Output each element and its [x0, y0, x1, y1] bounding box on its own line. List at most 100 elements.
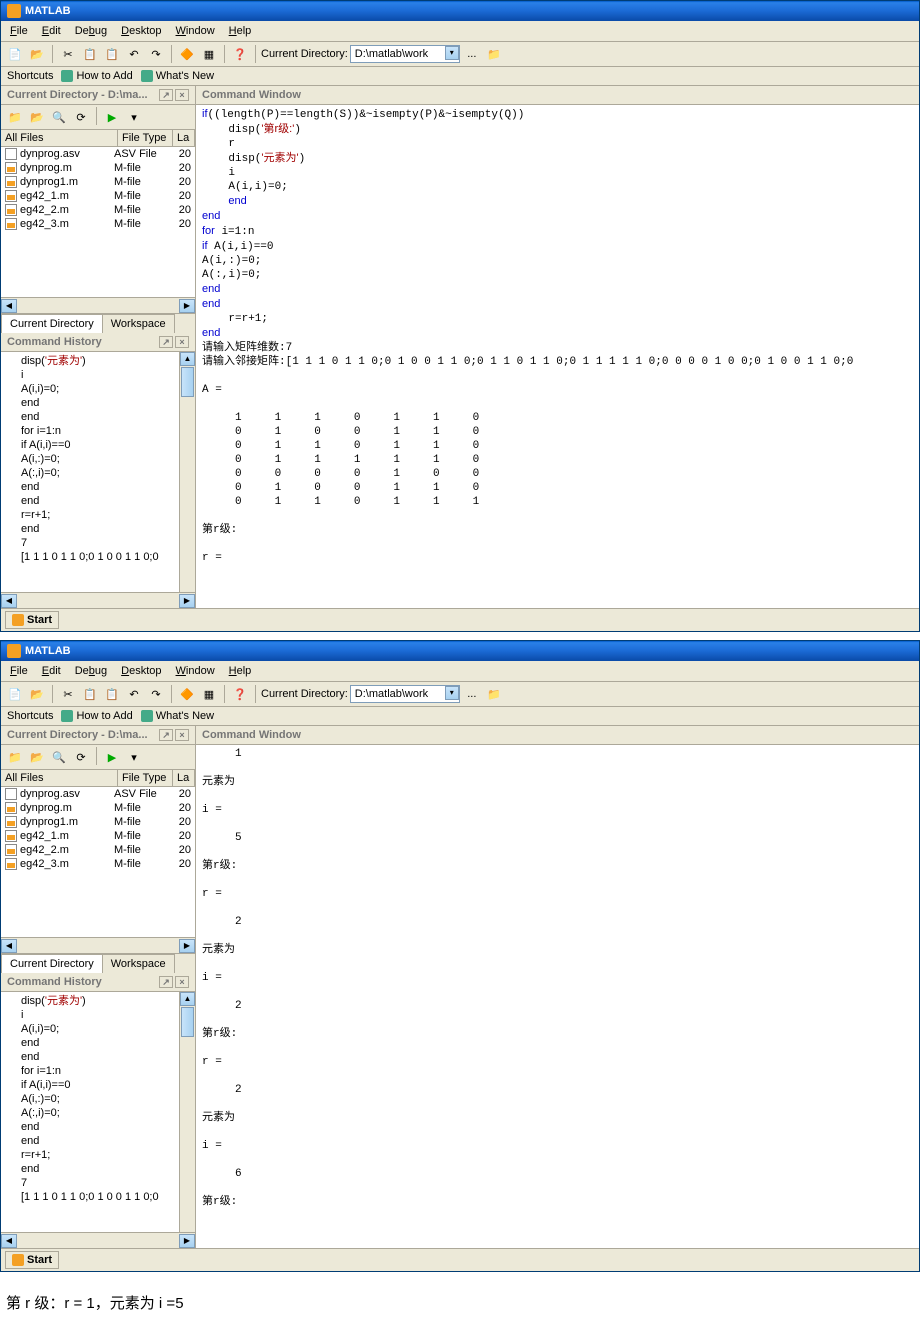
tab-current-directory[interactable]: Current Directory: [1, 314, 103, 333]
history-line[interactable]: [1 1 1 0 1 1 0;0 1 0 0 1 1 0;0: [21, 550, 193, 564]
undock-icon[interactable]: ↗: [159, 729, 173, 741]
history-line[interactable]: 7: [21, 1176, 193, 1190]
horizontal-scrollbar[interactable]: ◀▶: [1, 937, 195, 953]
file-row[interactable]: dynprog1.mM-file20: [1, 815, 195, 829]
refresh-icon[interactable]: ⟳: [71, 747, 91, 767]
history-line[interactable]: end: [21, 494, 193, 508]
menu-window[interactable]: Window: [171, 23, 220, 39]
command-history-body[interactable]: disp('元素为')iA(i,i)=0; end end for i=1:nif A…: [1, 992, 195, 1232]
open-file-icon[interactable]: 📂: [27, 44, 47, 64]
scroll-thumb[interactable]: [181, 367, 194, 397]
run-icon[interactable]: ▶: [102, 747, 122, 767]
find-icon[interactable]: 🔍: [49, 747, 69, 767]
browse-button[interactable]: ...: [462, 44, 482, 64]
scroll-left-icon[interactable]: ◀: [1, 594, 17, 608]
history-line[interactable]: A(:,i)=0;: [21, 466, 193, 480]
history-line[interactable]: end: [21, 1120, 193, 1134]
history-line[interactable]: end: [21, 1162, 193, 1176]
copy-icon[interactable]: 📋: [80, 44, 100, 64]
shortcut-whats-new[interactable]: What's New: [141, 70, 214, 82]
close-icon[interactable]: ×: [175, 976, 189, 988]
current-directory-input[interactable]: [350, 685, 460, 703]
close-icon[interactable]: ×: [175, 89, 189, 101]
copy-icon[interactable]: 📋: [80, 684, 100, 704]
menu-edit[interactable]: Edit: [37, 663, 66, 679]
file-row[interactable]: dynprog.asvASV File20: [1, 787, 195, 801]
command-window[interactable]: 1 元素为 i = 5 第r级: r = 2 元素为 i = 2 第r级: r …: [196, 745, 919, 1211]
shortcut-how-to-add[interactable]: How to Add: [61, 710, 132, 722]
chevron-down-icon[interactable]: ▾: [445, 686, 459, 700]
file-row[interactable]: eg42_3.mM-file20: [1, 217, 195, 231]
scroll-left-icon[interactable]: ◀: [1, 299, 17, 313]
horizontal-scrollbar[interactable]: ◀ ▶: [1, 297, 195, 313]
history-line[interactable]: if A(i,i)==0: [21, 1078, 193, 1092]
report-icon[interactable]: ▾: [124, 747, 144, 767]
scroll-up-icon[interactable]: ▲: [180, 352, 195, 366]
menu-help[interactable]: Help: [224, 663, 257, 679]
command-history-body[interactable]: disp('元素为')iA(i,i)=0;endendfor i=1:nif A…: [1, 352, 195, 592]
paste-icon[interactable]: 📋: [102, 44, 122, 64]
menu-file[interactable]: File: [5, 663, 33, 679]
menu-window[interactable]: Window: [171, 663, 220, 679]
new-folder-icon[interactable]: 📂: [27, 747, 47, 767]
menu-debug[interactable]: Debug: [70, 23, 112, 39]
scroll-right-icon[interactable]: ▶: [179, 299, 195, 313]
col-name[interactable]: All Files: [1, 770, 118, 786]
menu-desktop[interactable]: Desktop: [116, 663, 166, 679]
history-line[interactable]: end: [21, 396, 193, 410]
history-line[interactable]: r=r+1;: [21, 1148, 193, 1162]
run-icon[interactable]: ▶: [102, 107, 122, 127]
history-line[interactable]: end: [21, 480, 193, 494]
history-line[interactable]: for i=1:n: [21, 1064, 193, 1078]
tab-workspace[interactable]: Workspace: [102, 314, 175, 333]
history-line[interactable]: end: [21, 410, 193, 424]
command-window[interactable]: if((length(P)==length(S))&~isempty(P)&~i…: [196, 105, 919, 567]
new-file-icon[interactable]: 📄: [5, 44, 25, 64]
menu-desktop[interactable]: Desktop: [116, 23, 166, 39]
title-bar[interactable]: MATLAB: [1, 641, 919, 661]
scroll-left-icon[interactable]: ◀: [1, 1234, 17, 1248]
tab-current-directory[interactable]: Current Directory: [1, 954, 103, 973]
menu-help[interactable]: Help: [224, 23, 257, 39]
menu-file[interactable]: File: [5, 23, 33, 39]
vertical-scrollbar[interactable]: ▲: [179, 352, 195, 592]
find-icon[interactable]: 🔍: [49, 107, 69, 127]
file-row[interactable]: dynprog.mM-file20: [1, 801, 195, 815]
history-line[interactable]: 7: [21, 536, 193, 550]
redo-icon[interactable]: ↷: [146, 44, 166, 64]
help-icon[interactable]: ❓: [230, 684, 250, 704]
new-file-icon[interactable]: 📄: [5, 684, 25, 704]
shortcut-whats-new[interactable]: What's New: [141, 710, 214, 722]
file-row[interactable]: eg42_2.mM-file20: [1, 843, 195, 857]
undock-icon[interactable]: ↗: [159, 89, 173, 101]
up-folder-icon[interactable]: 📁: [484, 44, 504, 64]
simulink-icon[interactable]: 🔶: [177, 44, 197, 64]
undock-icon[interactable]: ↗: [159, 976, 173, 988]
undock-icon[interactable]: ↗: [159, 336, 173, 348]
file-row[interactable]: eg42_3.mM-file20: [1, 857, 195, 871]
scroll-thumb[interactable]: [181, 1007, 194, 1037]
open-file-icon[interactable]: 📂: [27, 684, 47, 704]
tab-workspace[interactable]: Workspace: [102, 954, 175, 973]
start-button[interactable]: Start: [5, 611, 59, 629]
undo-icon[interactable]: ↶: [124, 44, 144, 64]
file-row[interactable]: eg42_1.mM-file20: [1, 189, 195, 203]
title-bar[interactable]: MATLAB: [1, 1, 919, 21]
scroll-right-icon[interactable]: ▶: [179, 594, 195, 608]
help-icon[interactable]: ❓: [230, 44, 250, 64]
folder-icon[interactable]: 📁: [5, 107, 25, 127]
current-directory-input[interactable]: [350, 45, 460, 63]
guide-icon[interactable]: ▦: [199, 684, 219, 704]
col-type[interactable]: File Type: [118, 130, 173, 146]
col-la[interactable]: La: [173, 770, 195, 786]
history-line[interactable]: i: [21, 1008, 193, 1022]
history-line[interactable]: disp('元素为'): [21, 994, 193, 1008]
cut-icon[interactable]: ✂: [58, 44, 78, 64]
undo-icon[interactable]: ↶: [124, 684, 144, 704]
file-row[interactable]: dynprog.asvASV File20: [1, 147, 195, 161]
chevron-down-icon[interactable]: ▾: [445, 46, 459, 60]
close-icon[interactable]: ×: [175, 729, 189, 741]
history-line[interactable]: A(i,i)=0;: [21, 1022, 193, 1036]
file-row[interactable]: dynprog1.mM-file20: [1, 175, 195, 189]
cut-icon[interactable]: ✂: [58, 684, 78, 704]
